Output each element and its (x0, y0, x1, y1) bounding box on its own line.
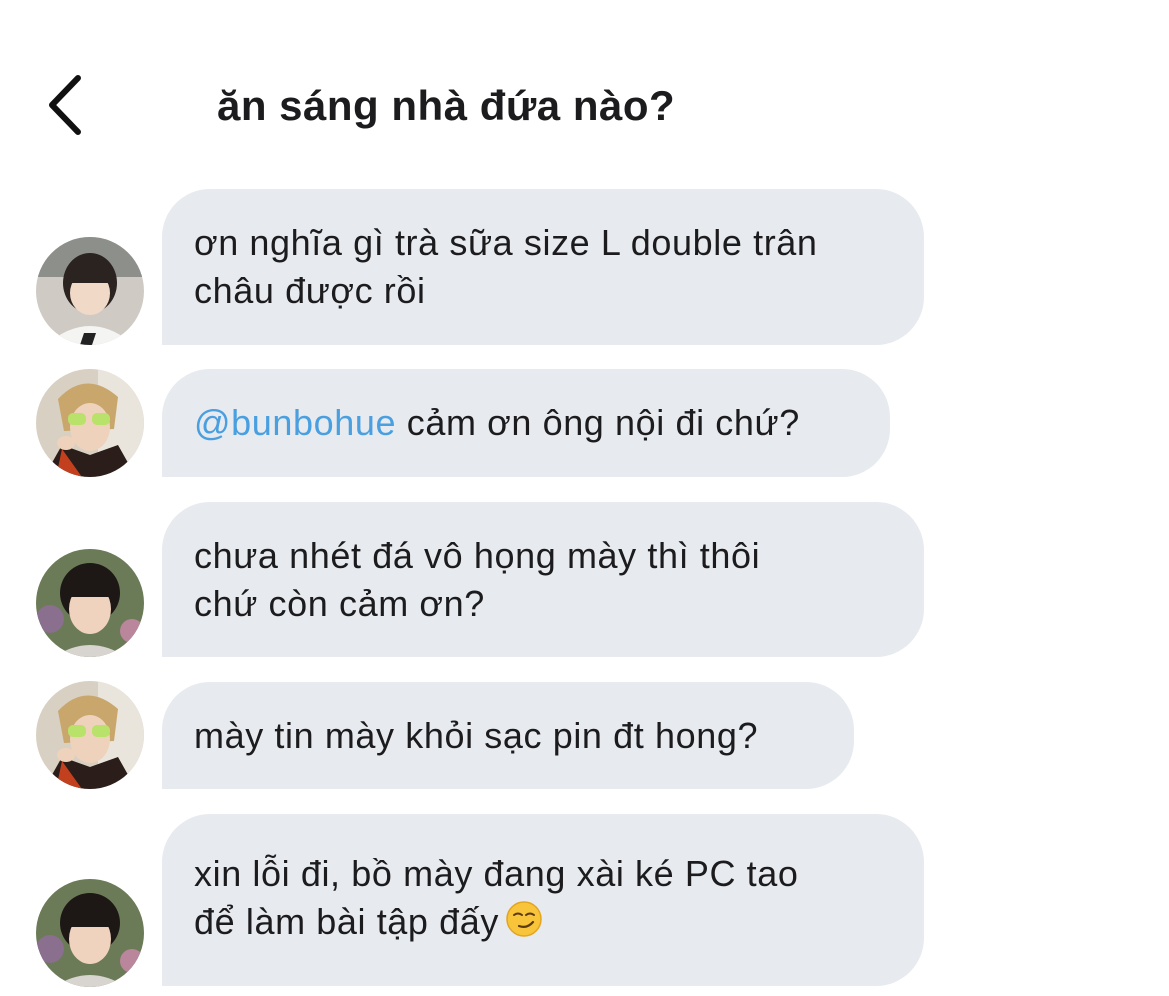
user-c-avatar[interactable] (36, 879, 144, 987)
message-text: chưa nhét đá vô họng mày thì thôi (194, 534, 761, 576)
message-bubble: @bunbohue cảm ơn ông nội đi chứ? (162, 369, 890, 477)
message-text: để làm bài tập đấy (194, 901, 499, 942)
smirk-emoji-icon (505, 900, 543, 950)
message-bubble: chưa nhét đá vô họng mày thì thôi chứ cò… (162, 502, 924, 657)
message-list: ơn nghĩa gì trà sữa size L double trân c… (0, 0, 1169, 996)
user-c-avatar[interactable] (36, 549, 144, 657)
user-b-avatar[interactable] (36, 369, 144, 477)
message-text: xin lỗi đi, bồ mày đang xài ké PC tao (194, 853, 799, 894)
message-text: chứ còn cảm ơn? (194, 582, 485, 624)
message-bubble: xin lỗi đi, bồ mày đang xài ké PC tao để… (162, 814, 924, 986)
message-text: ơn nghĩa gì trà sữa size L double trân (194, 222, 818, 263)
message-bubble: ơn nghĩa gì trà sữa size L double trân c… (162, 189, 924, 345)
message-text: cảm ơn ông nội đi chứ? (396, 402, 800, 443)
user-a-avatar[interactable] (36, 237, 144, 345)
message-text: châu được rồi (194, 270, 426, 311)
user-b-avatar[interactable] (36, 681, 144, 789)
user-mention-link[interactable]: @bunbohue (194, 402, 396, 443)
message-bubble: mày tin mày khỏi sạc pin đt hong? (162, 682, 854, 789)
message-text: mày tin mày khỏi sạc pin đt hong? (194, 714, 759, 756)
